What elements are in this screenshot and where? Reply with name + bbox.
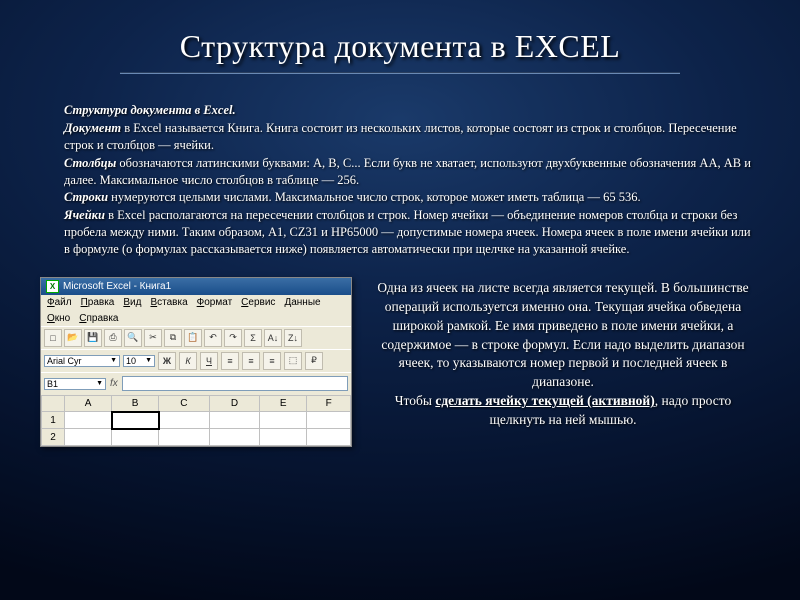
excel-grid: ABCDEF 12 [41,395,351,446]
cell[interactable] [209,429,260,446]
cell[interactable] [65,412,112,429]
cell[interactable] [260,429,307,446]
fontsize-combo[interactable]: 10 ▼ [123,355,155,367]
excel-namebox-row: B1 ▼ fx [41,372,351,395]
preview-icon[interactable]: 🔍 [124,329,142,347]
col-header[interactable]: C [159,395,210,412]
col-header[interactable]: E [260,395,307,412]
cell[interactable] [209,412,260,429]
paste-icon[interactable]: 📋 [184,329,202,347]
sort-asc-icon[interactable]: A↓ [264,329,282,347]
chevron-down-icon: ▼ [96,380,103,387]
col-header[interactable]: A [65,395,112,412]
name-box[interactable]: B1 ▼ [44,378,106,390]
menu-item[interactable]: Формат [194,296,236,309]
align-right-icon[interactable]: ≡ [263,352,281,370]
text-p4: в Excel располагаются на пересечении сто… [64,208,751,256]
open-icon[interactable]: 📂 [64,329,82,347]
merge-icon[interactable]: ⬚ [284,352,302,370]
cell[interactable] [112,429,159,446]
copy-icon[interactable]: ⧉ [164,329,182,347]
formula-bar[interactable] [122,376,348,391]
text-p2: обозначаются латинскими буквами: А, В, С… [64,156,751,187]
menu-item[interactable]: Сервис [238,296,278,309]
cell[interactable] [307,429,351,446]
excel-toolbar-standard: □ 📂 💾 ⎙ 🔍 ✂ ⧉ 📋 ↶ ↷ Σ A↓ Z↓ [41,326,351,349]
cell[interactable] [112,412,159,429]
row-header[interactable]: 2 [42,429,65,446]
col-header[interactable]: D [209,395,260,412]
menu-item[interactable]: Данные [281,296,323,309]
term-cells: Ячейки [64,208,105,222]
font-combo[interactable]: Arial Cyr ▼ [44,355,120,367]
currency-icon[interactable]: ₽ [305,352,323,370]
col-header[interactable]: F [307,395,351,412]
intro-content: Структура документа в Excel. Документ в … [0,74,800,258]
excel-title-text: Microsoft Excel - Книга1 [63,281,171,292]
bold-icon[interactable]: Ж [158,352,176,370]
cell[interactable] [260,412,307,429]
chevron-down-icon: ▼ [110,357,117,364]
cell[interactable] [159,412,210,429]
sort-desc-icon[interactable]: Z↓ [284,329,302,347]
excel-toolbar-format: Arial Cyr ▼ 10 ▼ Ж К Ч ≡ ≡ ≡ ⬚ ₽ [41,349,351,372]
menu-item[interactable]: Справка [76,312,121,325]
menu-item[interactable]: Вставка [147,296,190,309]
excel-app-icon: X [46,280,59,293]
row-header[interactable]: 1 [42,412,65,429]
term-rows: Строки [64,190,108,204]
text-p3: нумеруются целыми числами. Максимальное … [108,190,641,204]
save-icon[interactable]: 💾 [84,329,102,347]
underline-icon[interactable]: Ч [200,352,218,370]
font-name: Arial Cyr [47,356,82,366]
menu-item[interactable]: Вид [120,296,144,309]
intro-heading: Структура документа в Excel. [64,103,236,117]
italic-icon[interactable]: К [179,352,197,370]
chevron-down-icon: ▼ [145,357,152,364]
menu-item[interactable]: Правка [78,296,118,309]
menu-item[interactable]: Окно [44,312,73,325]
aside-p2a: Чтобы [395,393,436,408]
align-left-icon[interactable]: ≡ [221,352,239,370]
slide-title: Структура документа в EXCEL [0,0,800,65]
term-columns: Столбцы [64,156,116,170]
sum-icon[interactable]: Σ [244,329,262,347]
text-p1: в Excel называется Книга. Книга состоит … [64,121,737,152]
excel-menubar: ФайлПравкаВидВставка ФорматСервисДанные Ок… [41,295,351,326]
excel-window: X Microsoft Excel - Книга1 ФайлПравкаВид… [40,277,352,447]
redo-icon[interactable]: ↷ [224,329,242,347]
aside-p1: Одна из ячеек на листе всегда является т… [374,279,752,392]
cut-icon[interactable]: ✂ [144,329,162,347]
fx-icon[interactable]: fx [110,378,118,389]
aside-p2-highlight: сделать ячейку текущей (активной) [435,393,654,408]
excel-titlebar: X Microsoft Excel - Книга1 [41,278,351,295]
aside-text: Одна из ячеек на листе всегда является т… [374,277,760,447]
select-all-corner[interactable] [42,395,65,412]
font-size: 10 [126,356,136,366]
align-center-icon[interactable]: ≡ [242,352,260,370]
new-icon[interactable]: □ [44,329,62,347]
name-box-value: B1 [47,379,58,389]
term-document: Документ [64,121,121,135]
cell[interactable] [307,412,351,429]
cell[interactable] [65,429,112,446]
print-icon[interactable]: ⎙ [104,329,122,347]
cell[interactable] [159,429,210,446]
col-header[interactable]: B [112,395,159,412]
menu-item[interactable]: Файл [44,296,75,309]
undo-icon[interactable]: ↶ [204,329,222,347]
